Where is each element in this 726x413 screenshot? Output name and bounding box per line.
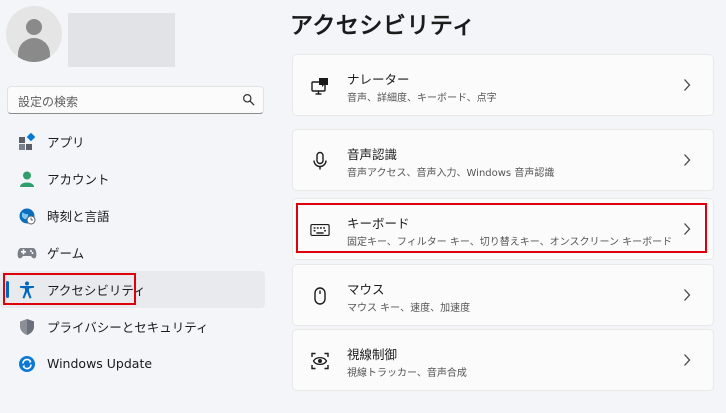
chevron-right-icon — [684, 79, 691, 91]
account-icon — [17, 169, 37, 189]
user-name-redacted — [68, 13, 175, 67]
accessibility-icon — [17, 280, 37, 300]
avatar[interactable] — [6, 6, 62, 62]
shield-icon — [17, 317, 37, 337]
narrator-icon — [310, 76, 330, 96]
card-title: ナレーター — [347, 72, 410, 87]
sidebar-item-label: ゲーム — [47, 246, 85, 261]
selection-indicator — [6, 281, 9, 298]
card-speech[interactable]: 音声認識 音声アクセス、音声入力、Windows 音声認識 — [292, 129, 714, 191]
sidebar-item-gaming[interactable]: ゲーム — [0, 234, 265, 271]
card-title: キーボード — [347, 216, 410, 231]
card-eye-control[interactable]: 視線制御 視線トラッカー、音声合成 — [292, 329, 714, 391]
card-subtitle: 音声アクセス、音声入力、Windows 音声認識 — [347, 168, 555, 179]
card-subtitle: 固定キー、フィルター キー、切り替えキー、オンスクリーン キーボード — [347, 237, 673, 248]
search-placeholder: 設定の検索 — [18, 95, 79, 109]
card-title: マウス — [347, 282, 385, 297]
card-title: 視線制御 — [347, 347, 398, 362]
sidebar-item-label: 時刻と言語 — [47, 209, 110, 224]
chevron-right-icon — [684, 289, 691, 301]
sidebar-item-label: プライバシーとセキュリティ — [47, 320, 209, 335]
keyboard-icon — [310, 220, 330, 240]
search-input[interactable]: 設定の検索 — [7, 86, 264, 114]
mouse-icon — [310, 286, 330, 306]
apps-icon — [17, 132, 37, 152]
sidebar-item-privacy-security[interactable]: プライバシーとセキュリティ — [0, 308, 265, 345]
card-keyboard[interactable]: キーボード 固定キー、フィルター キー、切り替えキー、オンスクリーン キーボード — [292, 198, 714, 260]
card-mouse[interactable]: マウス マウス キー、速度、加速度 — [292, 264, 714, 326]
sidebar-nav: アプリ アカウント 時刻と言語 ゲーム アクセシビリティ プライバシーとセキュリ… — [0, 123, 272, 382]
card-subtitle: マウス キー、速度、加速度 — [347, 303, 471, 314]
sidebar-item-label: アクセシビリティ — [47, 283, 146, 298]
card-title: 音声認識 — [347, 147, 398, 162]
sidebar-item-label: アプリ — [47, 135, 85, 150]
chevron-right-icon — [684, 354, 691, 366]
sidebar-item-time-language[interactable]: 時刻と言語 — [0, 197, 265, 234]
page-title: アクセシビリティ — [290, 13, 476, 39]
avatar-head — [26, 19, 42, 35]
time-language-icon — [17, 206, 37, 226]
windows-update-icon — [17, 354, 37, 374]
sidebar-item-accessibility[interactable]: アクセシビリティ — [0, 271, 265, 308]
avatar-body — [18, 38, 50, 62]
eye-control-icon — [310, 351, 330, 371]
sidebar: 設定の検索 アプリ アカウント 時刻と言語 ゲーム アクセシビリティ プライバシ… — [0, 0, 272, 413]
sidebar-item-label: アカウント — [47, 172, 110, 187]
chevron-right-icon — [684, 223, 691, 235]
settings-window: 設定の検索 アプリ アカウント 時刻と言語 ゲーム アクセシビリティ プライバシ… — [0, 0, 726, 413]
microphone-icon — [310, 151, 330, 171]
card-subtitle: 音声、詳細度、キーボード、点字 — [347, 93, 497, 104]
sidebar-item-windows-update[interactable]: Windows Update — [0, 345, 265, 382]
search-icon[interactable] — [242, 93, 255, 106]
sidebar-item-account[interactable]: アカウント — [0, 160, 265, 197]
card-narrator[interactable]: ナレーター 音声、詳細度、キーボード、点字 — [292, 54, 714, 116]
chevron-right-icon — [684, 154, 691, 166]
card-subtitle: 視線トラッカー、音声合成 — [347, 368, 467, 379]
sidebar-item-label: Windows Update — [47, 356, 153, 371]
gaming-icon — [17, 243, 37, 263]
sidebar-item-apps[interactable]: アプリ — [0, 123, 265, 160]
